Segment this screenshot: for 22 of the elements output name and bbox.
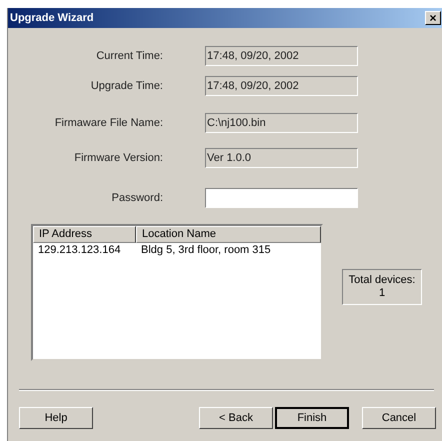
field-label: Upgrade Time: bbox=[90, 78, 163, 94]
field-label: Firmware Version: bbox=[73, 150, 163, 166]
text-field[interactable]: 17:48, 09/20, 2002 bbox=[205, 76, 358, 96]
text-field[interactable]: C:\nj100.bin bbox=[205, 113, 358, 133]
table-cell-text: Bldg 5, 3rd floor, room 315 bbox=[140, 243, 272, 257]
close-button[interactable]: × bbox=[425, 11, 441, 25]
total-devices-count: 1 bbox=[378, 287, 386, 300]
window-title: Upgrade Wizard bbox=[10, 10, 94, 26]
field-label: Firmaware File Name: bbox=[54, 116, 163, 131]
text-field[interactable] bbox=[205, 188, 358, 208]
text-field[interactable]: Ver 1.0.0 bbox=[205, 148, 358, 168]
dialog-button[interactable]: Finish bbox=[275, 407, 349, 429]
column-header[interactable]: IP Address bbox=[33, 226, 136, 243]
total-devices-label: Total devices: bbox=[348, 274, 416, 287]
field-label: Password: bbox=[110, 190, 163, 206]
text-field[interactable]: 17:48, 09/20, 2002 bbox=[205, 46, 358, 66]
dialog-button[interactable]: Cancel bbox=[362, 407, 436, 429]
field-label: Current Time: bbox=[95, 48, 163, 64]
table-cell-text: 129.213.123.164 bbox=[37, 243, 122, 257]
column-header[interactable]: Location Name bbox=[136, 226, 321, 243]
dialog-button[interactable]: < Back bbox=[199, 407, 273, 429]
help-button[interactable]: Help bbox=[19, 407, 93, 429]
